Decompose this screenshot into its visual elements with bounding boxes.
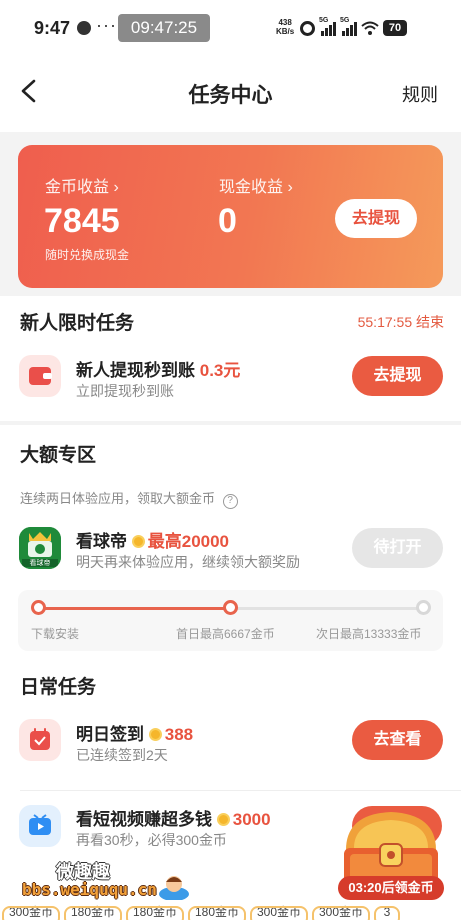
watermark-mascot-icon <box>158 872 190 902</box>
chest-countdown: 03:20后领金币 <box>338 876 444 900</box>
progress-line-todo <box>230 607 423 610</box>
video-task-name: 看短视频赚超多钱 3000 <box>76 810 271 829</box>
page-title: 任务中心 <box>188 84 273 107</box>
view-checkin-button[interactable]: 去查看 <box>352 720 443 760</box>
app-notification-icon <box>77 21 91 35</box>
rules-link[interactable]: 规则 <box>402 81 438 107</box>
newbie-withdraw-button[interactable]: 去提现 <box>352 356 443 396</box>
coin-icon <box>131 535 145 548</box>
video-task-sub: 再看30秒，必得300金币 <box>76 832 227 848</box>
checkin-task-sub: 已连续签到2天 <box>76 747 168 763</box>
progress-step-3 <box>416 600 431 615</box>
alarm-icon <box>300 20 315 36</box>
app-logo-icon: 看球帝 <box>19 527 61 569</box>
daily-section-title: 日常任务 <box>20 677 97 698</box>
coin-earnings-value: 7845 <box>44 202 120 240</box>
coin-earnings-label[interactable]: 金币收益 › <box>45 173 119 197</box>
newbie-task-sub: 立即提现秒到账 <box>76 383 174 399</box>
cash-earnings-label[interactable]: 现金收益 › <box>219 173 293 197</box>
progress-step-label: 次日最高13333金币 <box>316 627 422 641</box>
battery-icon: 70 <box>383 20 407 36</box>
newbie-task-amount: 0.3元 <box>199 361 241 380</box>
app-task-name: 看球帝 最高20000 <box>76 532 230 551</box>
reward-strip-item: 180金币 <box>186 900 248 920</box>
reward-strip: 300金币 180金币 180金币 180金币 300金币 300金币 3 <box>0 900 461 920</box>
wifi-icon <box>361 21 379 35</box>
big-section-desc: 连续两日体验应用，领取大额金币 ? <box>20 488 238 509</box>
progress-line-done <box>38 607 230 610</box>
coin-icon <box>148 728 162 741</box>
earnings-card: 金币收益 › 7845 随时兑换成现金 现金收益 › 0 去提现 <box>18 145 443 288</box>
more-notifications-icon: ··· <box>96 15 117 35</box>
reward-strip-item: 3 <box>372 900 402 920</box>
status-clock-chip: 09:47:25 <box>118 14 210 42</box>
reward-strip-item: 180金币 <box>62 900 124 920</box>
pending-open-button[interactable]: 待打开 <box>352 528 443 568</box>
video-icon <box>19 805 61 847</box>
app-task-sub: 明天再来体验应用，继续领大额奖励 <box>76 554 300 570</box>
watermark-url: bbs.weiququ.cn <box>22 880 157 899</box>
network-speed-value: 438 <box>278 18 292 27</box>
reward-strip-item: 300金币 <box>248 900 310 920</box>
signal-icon: 5G <box>319 17 336 36</box>
chevron-right-icon: › <box>113 179 119 196</box>
network-speed-unit: KB/s <box>276 27 295 36</box>
divider <box>20 790 461 791</box>
reward-strip-item: 300金币 <box>0 900 62 920</box>
calendar-icon <box>19 719 61 761</box>
progress-step-label: 下载安装 <box>31 627 80 641</box>
page-header: 任务中心 规则 <box>0 52 461 132</box>
app-task-reward: 最高20000 <box>147 532 230 551</box>
progress-step-label: 首日最高6667金币 <box>176 627 275 641</box>
newbie-task-name: 新人提现秒到账 0.3元 <box>76 361 241 380</box>
big-section-title: 大额专区 <box>20 445 97 466</box>
reward-strip-item: 180金币 <box>124 900 186 920</box>
help-icon[interactable]: ? <box>222 494 238 509</box>
cash-earnings-value: 0 <box>218 202 237 240</box>
progress-tracker: 下载安装 首日最高6667金币 次日最高13333金币 <box>18 590 443 651</box>
newbie-section-title: 新人限时任务 <box>20 313 135 334</box>
chevron-right-icon: › <box>287 179 293 196</box>
signal-icon-2: 5G <box>340 17 357 36</box>
status-icons: 5G 5G 70 <box>300 17 407 38</box>
progress-step-2 <box>223 600 238 615</box>
progress-step-1 <box>31 600 46 615</box>
coin-exchange-hint: 随时兑换成现金 <box>45 248 130 262</box>
checkin-task-name: 明日签到 388 <box>76 725 194 744</box>
reward-strip-item: 300金币 <box>310 900 372 920</box>
newbie-countdown: 55:17:55 结束 <box>357 314 444 330</box>
status-bar: 9:47 ··· 09:47:25 438 KB/s 5G 5G 70 <box>0 0 461 52</box>
withdraw-button[interactable]: 去提现 <box>335 199 417 238</box>
wallet-icon <box>19 355 61 397</box>
coin-icon <box>216 813 230 826</box>
network-speed: 438 KB/s <box>276 18 294 36</box>
status-time: 9:47 <box>34 18 71 38</box>
